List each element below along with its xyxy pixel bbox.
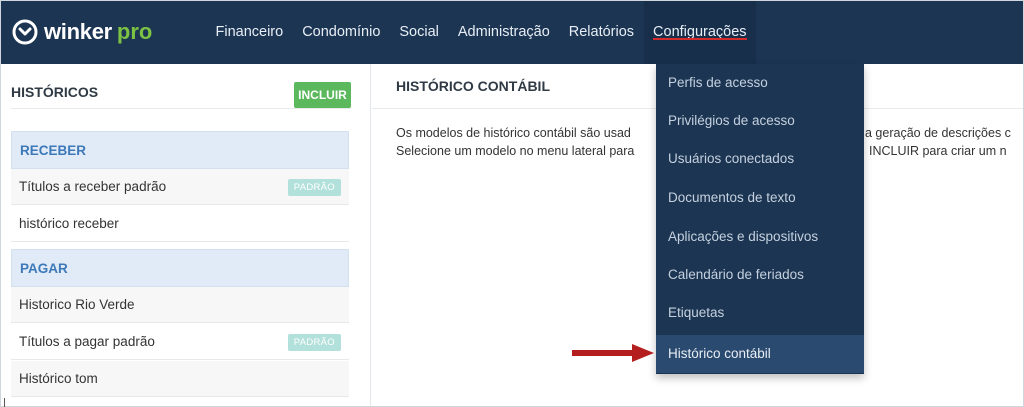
winker-logo-icon bbox=[12, 19, 38, 45]
menu-item-historico-contabil[interactable]: Histórico contábil bbox=[656, 335, 864, 373]
logo[interactable]: winker pro bbox=[11, 14, 152, 50]
nav-financeiro[interactable]: Financeiro bbox=[206, 1, 293, 64]
menu-item-documentos-de-texto[interactable]: Documentos de texto bbox=[656, 179, 864, 217]
menu-item-calendario-de-feriados[interactable]: Calendário de feriados bbox=[656, 256, 864, 294]
sidebar-header: HISTÓRICOS INCLUIR bbox=[11, 76, 351, 108]
menu-item-aplicacoes-e-dispositivos[interactable]: Aplicações e dispositivos bbox=[656, 218, 864, 256]
red-arrow-icon bbox=[572, 344, 654, 362]
sidebar-divider bbox=[11, 108, 351, 109]
group-header-receber[interactable]: RECEBER bbox=[11, 131, 349, 169]
active-nav-underline bbox=[652, 38, 748, 40]
list-item-label: Histórico tom bbox=[19, 371, 98, 386]
description-line-2-start: Selecione um modelo no menu lateral para bbox=[396, 144, 635, 158]
list-item[interactable]: Historico Rio Verde bbox=[11, 287, 349, 323]
description-line-2-end: INCLUIR para criar um n bbox=[869, 144, 1007, 158]
group-header-pagar[interactable]: PAGAR bbox=[11, 249, 349, 287]
configuracoes-dropdown: Perfis de acesso Privilégios de acesso U… bbox=[656, 64, 864, 374]
list-item-label: Títulos a receber padrão bbox=[19, 179, 167, 194]
nav-condominio[interactable]: Condomínio bbox=[293, 1, 390, 64]
nav-relatorios[interactable]: Relatórios bbox=[559, 1, 643, 64]
text-cursor bbox=[4, 398, 5, 407]
incluir-button[interactable]: INCLUIR bbox=[294, 82, 351, 108]
list-item[interactable]: Títulos a receber padrão PADRÃO bbox=[11, 169, 349, 205]
description-line-1-end: a geração de descrições c bbox=[865, 126, 1011, 140]
sidebar-title: HISTÓRICOS bbox=[11, 84, 99, 100]
list-item-label: histórico receber bbox=[19, 216, 119, 231]
list-item[interactable]: histórico receber bbox=[11, 206, 349, 242]
menu-item-etiquetas[interactable]: Etiquetas bbox=[656, 294, 864, 332]
nav-administracao[interactable]: Administração bbox=[448, 1, 559, 64]
nav-configuracoes[interactable]: Configurações bbox=[643, 1, 757, 64]
menu-item-privilegios-de-acesso[interactable]: Privilégios de acesso bbox=[656, 102, 864, 140]
historicos-sidebar: HISTÓRICOS INCLUIR RECEBER Títulos a rec… bbox=[1, 64, 371, 406]
page-title: HISTÓRICO CONTÁBIL bbox=[396, 78, 550, 94]
description-line-1-start: Os modelos de histórico contábil são usa… bbox=[396, 126, 631, 140]
default-badge: PADRÃO bbox=[287, 179, 341, 196]
list-item-label: Títulos a pagar padrão bbox=[19, 334, 155, 349]
nav-social[interactable]: Social bbox=[390, 1, 449, 64]
default-badge: PADRÃO bbox=[287, 334, 341, 351]
list-item-label: Historico Rio Verde bbox=[19, 297, 135, 312]
logo-accent: pro bbox=[116, 19, 153, 44]
list-item[interactable]: Histórico tom bbox=[11, 361, 349, 397]
logo-text: winker bbox=[44, 19, 112, 44]
top-navbar: winker pro Financeiro Condomínio Social … bbox=[1, 1, 1023, 64]
list-item[interactable]: Títulos a pagar padrão PADRÃO bbox=[11, 324, 349, 360]
menu-item-usuarios-conectados[interactable]: Usuários conectados bbox=[656, 140, 864, 178]
menu-item-perfis-de-acesso[interactable]: Perfis de acesso bbox=[656, 64, 864, 102]
main-nav: Financeiro Condomínio Social Administraç… bbox=[206, 1, 757, 64]
